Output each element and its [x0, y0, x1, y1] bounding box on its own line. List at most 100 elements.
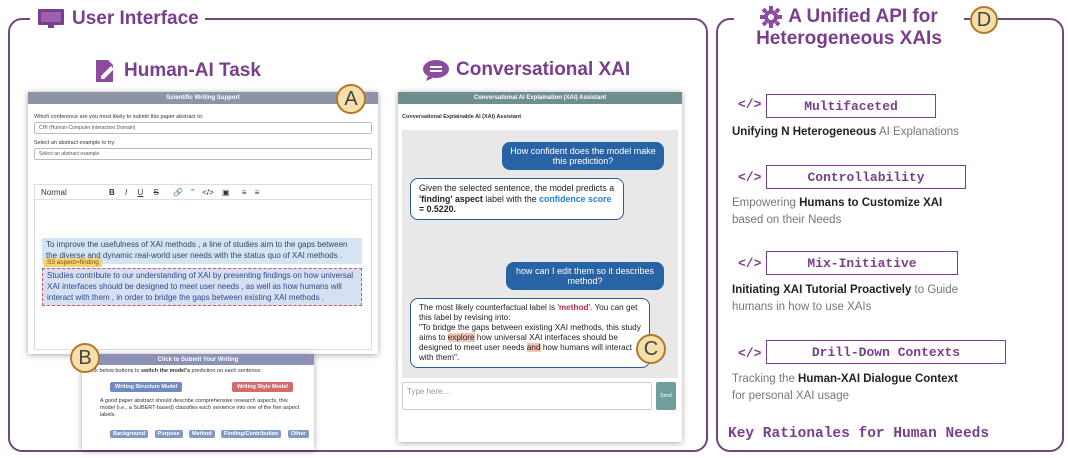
italic-icon[interactable]: I: [125, 188, 127, 197]
edit-document-icon: [96, 60, 114, 82]
desc-mix-initiative-rest: to Guide: [911, 284, 959, 296]
keyword-mix-initiative: Mix-Initiative: [766, 251, 958, 275]
user-message-2-text: how can I edit them so it describes meth…: [515, 266, 655, 286]
image-icon[interactable]: ▣: [222, 188, 230, 197]
code-icon: </>: [738, 170, 762, 185]
conversational-panel: Conversational AI Explaination (XAI) Ass…: [398, 92, 682, 442]
keyword-multifaceted: Multifaceted: [766, 94, 936, 118]
aspect-label-list: Background Purpose Method Finding/Contri…: [110, 422, 311, 440]
conference-question: Which conference are you most likely to …: [34, 114, 204, 120]
desc-drill-down-rest: for personal XAI usage: [732, 390, 849, 403]
desc-mix-initiative-line2: humans in how to use XAIs: [732, 301, 872, 314]
desc-controllability-pre: Empowering: [732, 197, 800, 209]
gear-icon: [760, 6, 783, 28]
bot-message-2: The most likely counterfactual label is …: [410, 298, 650, 368]
chat-input-placeholder: Type here...: [407, 387, 450, 396]
conversational-xai-title: Conversational XAI: [456, 59, 631, 80]
aspect-label[interactable]: Finding/Contribution: [221, 430, 282, 438]
desc-controllability-rest: based on their Needs: [732, 214, 842, 227]
submit-instruction-post: prediction on each sentence.: [190, 368, 262, 374]
aspect-tag: S3 aspect=finding: [44, 258, 102, 267]
example-select[interactable]: Select an abstract example: [34, 148, 372, 160]
writing-support-panel: Scientific Writing Support Which confere…: [28, 92, 378, 354]
aspect-label[interactable]: Other: [287, 430, 309, 438]
desc-multifaceted-bold: Unifying N Heterogeneous: [732, 126, 877, 138]
example-select-value: Select an abstract example: [39, 151, 100, 157]
strike-icon[interactable]: S: [154, 188, 159, 197]
submit-header-text: Click to Submit Your Writing: [157, 356, 239, 363]
ordered-list-icon[interactable]: ≡: [242, 188, 247, 197]
bot-message-1-value: = 0.5220.: [419, 204, 456, 215]
bot-message-2-and: and: [526, 343, 541, 352]
api-footer: Key Rationales for Human Needs: [726, 426, 992, 442]
desc-drill-down: Tracking the Human-XAI Dialogue Context …: [732, 371, 958, 406]
bullet-list-icon[interactable]: ≡: [255, 188, 260, 197]
submit-header[interactable]: Click to Submit Your Writing: [82, 354, 314, 365]
model-description: A good paper abstract should describe co…: [100, 398, 300, 419]
send-button-label: Send: [660, 393, 672, 399]
quote-icon[interactable]: ”: [191, 188, 194, 197]
chat-bubble-icon: [423, 60, 449, 81]
api-title-line2: Heterogeneous XAIs: [756, 28, 942, 49]
desc-multifaceted-rest: AI Explanations: [876, 126, 959, 138]
bot-message-1: Given the selected sentence, the model p…: [410, 178, 624, 221]
conversational-sub-header: Conversational Explainable AI (XAI) Assi…: [402, 114, 522, 120]
human-ai-task-title: Human-AI Task: [124, 60, 261, 81]
bot-message-1-mid: label with the: [482, 193, 540, 204]
editor-toolbar[interactable]: Normal B I U S 🔗 ” </> ▣ ≡ ≡: [34, 184, 372, 200]
bot-message-2-pre: The most likely counterfactual label is …: [419, 303, 559, 312]
chat-input[interactable]: Type here...: [402, 382, 652, 410]
desc-mix-initiative: Initiating XAI Tutorial Proactively to G…: [732, 282, 958, 317]
paragraph-sentence-2[interactable]: Studies contribute to our understanding …: [42, 268, 362, 307]
writing-support-header: Scientific Writing Support: [28, 92, 378, 104]
aspect-label[interactable]: Purpose: [154, 430, 183, 438]
desc-controllability-bold: Humans to Customize XAI: [799, 197, 943, 209]
writing-support-header-text: Scientific Writing Support: [166, 95, 240, 101]
conversational-xai-heading: Conversational XAI: [422, 58, 630, 82]
keyword-controllability: Controllability: [766, 165, 966, 189]
bold-icon[interactable]: B: [109, 188, 115, 197]
user-interface-title: User Interface: [30, 7, 205, 31]
user-interface-title-text: User Interface: [72, 8, 199, 29]
bot-message-2-highlight: explore: [447, 333, 475, 342]
bot-message-1-conf: confidence score: [539, 193, 612, 204]
marker-c: C: [636, 334, 666, 364]
submit-panel: Click to Submit Your Writing Click below…: [82, 354, 314, 450]
submit-instruction-bold: switch the model's: [141, 368, 191, 374]
conversational-header: Conversational AI Explaination (XAI) Ass…: [398, 92, 682, 104]
code-icon: </>: [738, 97, 762, 112]
conversational-header-text: Conversational AI Explaination (XAI) Ass…: [473, 95, 607, 101]
send-button[interactable]: Send: [656, 382, 676, 410]
format-select[interactable]: Normal: [41, 188, 67, 197]
user-message-1-text: How confident does the model make this p…: [510, 146, 656, 166]
keyword-drill-down: Drill-Down Contexts: [766, 340, 1006, 364]
marker-b: B: [70, 343, 100, 373]
aspect-label[interactable]: Method: [189, 430, 215, 438]
user-message-2: how can I edit them so it describes meth…: [506, 262, 664, 290]
example-question: Select an abstract example to try:: [34, 140, 116, 146]
conference-select-value: CHI (Human-Computer Interaction Domain): [39, 125, 136, 131]
desc-multifaceted: Unifying N Heterogeneous AI Explanations: [732, 124, 959, 141]
marker-a: A: [336, 84, 366, 114]
code-icon: </>: [738, 256, 762, 271]
desc-controllability: Empowering Humans to Customize XAI based…: [732, 195, 942, 230]
code-icon[interactable]: </>: [202, 188, 214, 197]
conference-select[interactable]: CHI (Human-Computer Interaction Domain): [34, 122, 372, 134]
writing-style-model-button[interactable]: Writing Style Model: [232, 382, 293, 392]
api-title-box: A Unified API for Heterogeneous XAIs: [734, 6, 964, 50]
api-title-line1: A Unified API for: [788, 6, 938, 27]
desc-mix-initiative-bold: Initiating XAI Tutorial Proactively: [732, 284, 912, 296]
link-icon[interactable]: 🔗: [173, 188, 183, 197]
writing-structure-model-button[interactable]: Writing Structure Model: [110, 382, 183, 392]
aspect-label[interactable]: Background: [110, 430, 149, 438]
human-ai-task-heading: Human-AI Task: [92, 58, 261, 84]
submit-instruction: Click below buttons to switch the model'…: [86, 368, 262, 374]
code-icon: </>: [738, 346, 762, 361]
user-message-1: How confident does the model make this p…: [502, 142, 664, 170]
underline-icon[interactable]: U: [138, 188, 144, 197]
desc-drill-down-bold: Human-XAI Dialogue Context: [798, 373, 958, 385]
bot-message-1-label: 'finding' aspect: [419, 193, 483, 204]
marker-d: D: [970, 6, 998, 34]
monitor-icon: [38, 9, 64, 28]
bot-message-2-label: method: [558, 303, 589, 312]
